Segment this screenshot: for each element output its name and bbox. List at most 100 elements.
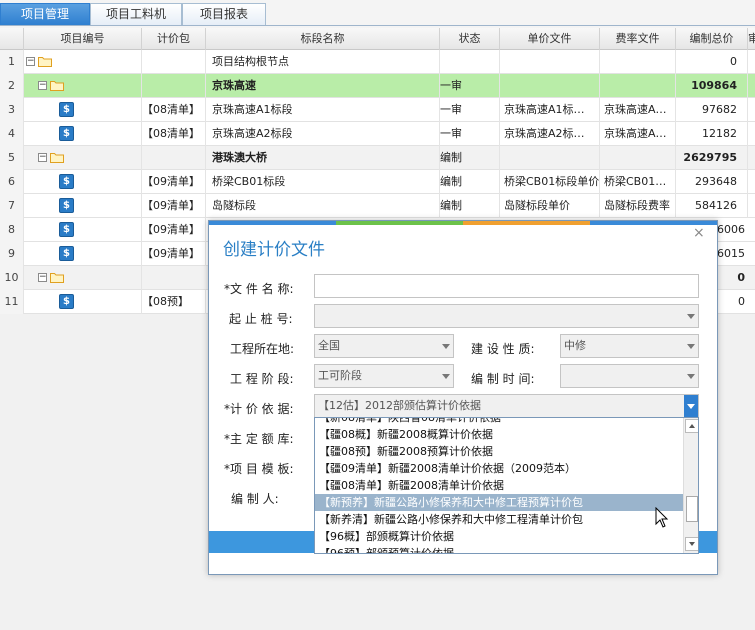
package-cell: 【08清单】 <box>142 98 206 122</box>
table-row[interactable]: 2 − 京珠高速 一审 109864 <box>0 74 755 98</box>
tab-project-materials[interactable]: 项目工料机 <box>90 3 182 25</box>
table-row[interactable]: 4 $ 【08清单】 京珠高速A2标段 一审 京珠高速A2标… 京珠高速A… 1… <box>0 122 755 146</box>
status-cell: 一审 <box>440 74 500 98</box>
scroll-down-button[interactable] <box>685 537 698 551</box>
table-row[interactable]: 5 − 港珠澳大桥 编制 2629795 <box>0 146 755 170</box>
list-item[interactable]: 【疆09清单】新疆2008清单计价依据（2009范本） <box>315 460 683 477</box>
total-cell: 0 <box>676 50 748 74</box>
list-item[interactable]: 【新08清单】陕西省08清单计价依据 <box>315 418 683 426</box>
location-select[interactable]: 全国 <box>314 334 454 358</box>
row-number: 10 <box>0 266 24 290</box>
table-row[interactable]: 6 $ 【09清单】 桥梁CB01标段 编制 桥梁CB01标段单价 桥梁CB01… <box>0 170 755 194</box>
unit-file-cell <box>500 146 600 170</box>
location-label: 工程所在地: <box>230 342 295 356</box>
list-item[interactable]: 【新养清】新疆公路小修保养和大中修工程清单计价包 <box>315 511 683 528</box>
header-total[interactable]: 编制总价 <box>676 28 748 50</box>
nature-label: 建 设 性 质: <box>471 342 535 356</box>
rate-file-cell: 京珠高速A… <box>600 98 676 122</box>
folder-icon <box>38 57 52 67</box>
table-row[interactable]: 1 − 项目结构根节点 0 <box>0 50 755 74</box>
list-item[interactable]: 【疆08清单】新疆2008清单计价依据 <box>315 477 683 494</box>
stake-select[interactable] <box>314 304 699 328</box>
scroll-up-button[interactable] <box>685 419 698 433</box>
unit-file-cell: 桥梁CB01标段单价 <box>500 170 600 194</box>
chevron-down-icon <box>442 344 450 349</box>
dialog-accent-stripe <box>209 221 717 225</box>
stage-select[interactable]: 工可阶段 <box>314 364 454 388</box>
header-project-code[interactable]: 项目编号 <box>24 28 142 50</box>
dialog-title: 创建计价文件 <box>223 240 325 260</box>
tab-project-reports[interactable]: 项目报表 <box>182 3 266 25</box>
close-icon[interactable]: × <box>693 225 705 241</box>
dropdown-scrollbar[interactable] <box>683 418 698 553</box>
list-item[interactable]: 【疆08概】新疆2008概算计价依据 <box>315 426 683 443</box>
nature-select[interactable]: 中修 <box>560 334 699 358</box>
basis-select[interactable]: 【12估】2012部颁估算计价依据 <box>314 394 699 418</box>
row-number: 9 <box>0 242 24 266</box>
collapse-icon[interactable]: − <box>38 81 47 90</box>
collapse-icon[interactable]: − <box>38 153 47 162</box>
package-cell <box>142 146 206 170</box>
scrollbar-thumb[interactable] <box>686 496 698 522</box>
price-file-icon: $ <box>59 246 74 261</box>
rate-file-cell <box>600 146 676 170</box>
chevron-down-icon <box>442 374 450 379</box>
list-item[interactable]: 【96预】部颁预算计价依据 <box>315 545 683 553</box>
tab-project-management[interactable]: 项目管理 <box>0 3 90 25</box>
row-number: 3 <box>0 98 24 122</box>
status-cell: 一审 <box>440 122 500 146</box>
quota-label: *主 定 额 库: <box>224 432 294 446</box>
package-cell: 【09清单】 <box>142 242 206 266</box>
stake-label: 起 止 桩 号: <box>229 312 293 326</box>
project-code-cell: $ <box>24 98 142 122</box>
mouse-cursor-icon <box>655 507 669 528</box>
collapse-icon[interactable]: − <box>38 273 47 282</box>
section-name-cell: 港珠澳大桥 <box>206 146 440 170</box>
folder-icon <box>50 273 64 283</box>
row-number: 1 <box>0 50 24 74</box>
row-number: 4 <box>0 122 24 146</box>
table-row[interactable]: 3 $ 【08清单】 京珠高速A1标段 一审 京珠高速A1标… 京珠高速A… 9… <box>0 98 755 122</box>
total-cell: 2629795 <box>676 146 748 170</box>
table-row[interactable]: 7 $ 【09清单】 岛隧标段 编制 岛隧标段单价 岛隧标段费率 584126 <box>0 194 755 218</box>
price-file-icon: $ <box>59 294 74 309</box>
collapse-icon[interactable]: − <box>26 57 35 66</box>
row-number: 11 <box>0 290 24 314</box>
unit-file-cell <box>500 74 600 98</box>
header-status[interactable]: 状态 <box>440 28 500 50</box>
unit-file-cell <box>500 50 600 74</box>
header-rate-file[interactable]: 费率文件 <box>600 28 676 50</box>
list-item-selected[interactable]: 【新预养】新疆公路小修保养和大中修工程预算计价包 <box>315 494 683 511</box>
chevron-down-icon[interactable] <box>684 395 698 417</box>
chevron-down-icon <box>687 344 695 349</box>
price-file-icon: $ <box>59 126 74 141</box>
list-item[interactable]: 【96概】部颁概算计价依据 <box>315 528 683 545</box>
list-item[interactable]: 【疆08预】新疆2008预算计价依据 <box>315 443 683 460</box>
file-name-input[interactable] <box>314 274 699 298</box>
basis-value: 【12估】2012部颁估算计价依据 <box>318 399 481 412</box>
rate-file-cell: 岛隧标段费率 <box>600 194 676 218</box>
project-code-cell: − <box>24 74 142 98</box>
time-label: 编 制 时 间: <box>471 372 535 386</box>
header-section-name[interactable]: 标段名称 <box>206 28 440 50</box>
project-code-cell: $ <box>24 242 142 266</box>
basis-dropdown-list: 【新08清单】陕西省08清单计价依据 【疆08概】新疆2008概算计价依据 【疆… <box>314 417 699 554</box>
status-cell <box>440 50 500 74</box>
price-file-icon: $ <box>59 102 74 117</box>
tab-bar: 项目管理 项目工料机 项目报表 <box>0 0 755 26</box>
package-cell: 【09清单】 <box>142 218 206 242</box>
total-cell: 12182 <box>676 122 748 146</box>
project-code-cell: $ <box>24 218 142 242</box>
time-select[interactable] <box>560 364 699 388</box>
section-name-cell: 京珠高速A1标段 <box>206 98 440 122</box>
project-code-cell: − <box>24 50 142 74</box>
header-package[interactable]: 计价包 <box>142 28 206 50</box>
rate-file-cell: 京珠高速A… <box>600 122 676 146</box>
header-unit-file[interactable]: 单价文件 <box>500 28 600 50</box>
package-cell <box>142 74 206 98</box>
author-label: 编 制 人: <box>231 492 279 506</box>
price-file-icon: $ <box>59 198 74 213</box>
header-review[interactable]: 审 <box>748 28 755 50</box>
unit-file-cell: 京珠高速A1标… <box>500 98 600 122</box>
header-rownum <box>0 28 24 50</box>
